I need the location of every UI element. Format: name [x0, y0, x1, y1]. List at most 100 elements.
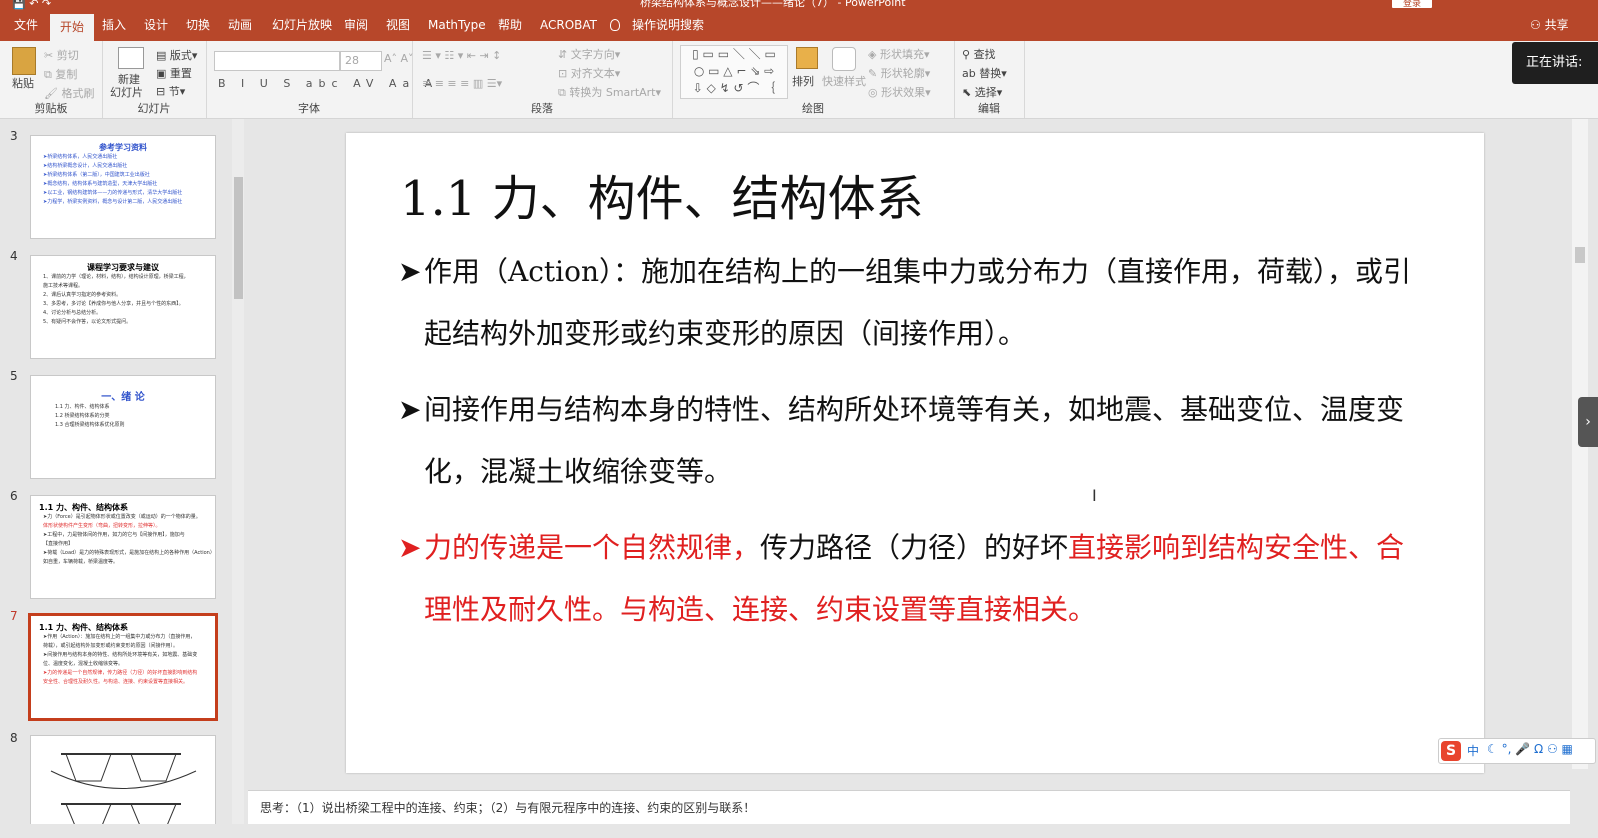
arrange-icon[interactable]: [796, 47, 818, 69]
share-button[interactable]: ⚇ 共享: [1530, 10, 1569, 41]
thumb-title: 1.1 力、构件、结构体系: [39, 503, 128, 512]
slide-thumbnail-6[interactable]: 1.1 力、构件、结构体系 ➤力（Force）是引起物体形状或位置改变（或运动）…: [30, 495, 216, 599]
thumb-line: 4、讨论分析与总结分析。: [43, 310, 102, 316]
new-slide-button-label2[interactable]: 幻灯片: [110, 84, 143, 100]
thumb-line: 1.3 合理桥梁结构体系优化原则: [55, 422, 125, 428]
cut-button[interactable]: ✂ 剪切: [44, 47, 79, 63]
list-buttons[interactable]: ☰ ▾ ☷ ▾ ⇤ ⇥ ↕: [422, 49, 501, 62]
font-family-select[interactable]: [214, 51, 340, 71]
thumb-line: ➤力程学，桥梁实例资料，概念与设计第二版，人民交通出版社: [43, 199, 183, 205]
slide-bullet-1[interactable]: ➤作用（Action）：施加在结构上的一组集中力或分布力（直接作用，荷载），或引…: [398, 241, 1424, 365]
smartart-button[interactable]: ⧉ 转换为 SmartArt▾: [558, 84, 661, 100]
thumb-line: 【直接作用】: [43, 541, 74, 547]
thumb-title: 1.1 力、构件、结构体系: [39, 623, 128, 632]
ime-toolbar[interactable]: S 中 ☾ °, 🎤 Ω ⚇ ▦: [1438, 738, 1596, 764]
group-editing: ⚲ 查找 ab 替换▾ ⬉ 选择▾ 编辑: [954, 41, 1025, 118]
slide-thumbnail-4[interactable]: 课程学习要求与建议 1、课前的力学（理论，材料，结构），结构设计原理，桥梁工程，…: [30, 255, 216, 359]
slide-scroll-thumb[interactable]: [1575, 247, 1585, 263]
notes-text[interactable]: 思考：（1）说出桥梁工程中的连接、约束；（2）与有限元程序中的连接、约束的区别与…: [260, 799, 755, 816]
slide-thumbnail-5[interactable]: 一、绪 论 1.1 力、构件、结构体系 1.2 桥梁结构体系的分类 1.3 合理…: [30, 375, 216, 479]
thumbnail-scrollbar[interactable]: [232, 119, 244, 824]
thumb-line: ➤以工业，钢结构建筑体——力的传递与形式，清华大学出版社: [43, 190, 183, 196]
tab-home[interactable]: 开始: [50, 14, 95, 41]
bullet-text-black: 传力路径（力径）的好坏: [760, 531, 1069, 564]
format-painter-button[interactable]: 🖌 格式刷: [44, 85, 94, 101]
speaking-indicator: 正在讲话:: [1512, 42, 1598, 84]
paste-icon[interactable]: [12, 47, 36, 75]
chevron-right-icon[interactable]: ›: [1578, 397, 1598, 447]
ime-icons[interactable]: ☾ °, 🎤 Ω ⚇ ▦: [1487, 742, 1573, 756]
thumb-number: 6: [10, 489, 18, 503]
font-size-select[interactable]: 28: [340, 51, 382, 71]
ribbon-tabs: 文件 开始 插入 设计 切换 动画 幻灯片放映 审阅 视图 MathType 帮…: [0, 10, 1598, 41]
layout-button[interactable]: ▤ 版式▾: [156, 47, 197, 63]
thumb-title: 课程学习要求与建议: [87, 263, 159, 272]
replace-button[interactable]: ab 替换▾: [962, 65, 1007, 81]
align-buttons[interactable]: ≡ ≡ ≡ ≡ ▥ ☰▾: [422, 77, 502, 90]
tab-review[interactable]: 审阅: [344, 10, 368, 41]
tab-insert[interactable]: 插入: [102, 10, 126, 41]
text-direction-button[interactable]: ⇵ 文字方向▾: [558, 46, 620, 62]
title-bar: 💾 ↶ ↷ 桥梁结构体系与概念设计——绪论（7） - PowerPoint 登录: [0, 0, 1598, 10]
shape-effects-button[interactable]: ◎ 形状效果▾: [868, 84, 931, 100]
font-format-buttons[interactable]: B I U S abc AV Aa A: [218, 77, 438, 90]
thumb-line: ➤作用（Action）：施加在结构上的一组集中力或分布力（直接作用，: [43, 634, 196, 640]
slide-thumbnail-8[interactable]: [30, 735, 216, 824]
login-button[interactable]: 登录: [1392, 0, 1432, 9]
slide-thumbnail-3[interactable]: 参考学习资料 ➤桥梁结构体系，人民交通出版社 ➤结构桥梁概念设计，人民交通出版社…: [30, 135, 216, 239]
thumbnail-scroll-thumb[interactable]: [234, 177, 243, 299]
thumb-line: ➤力（Force）是引起物体形状或位置改变（或运动）的一个物体的量。: [43, 514, 201, 520]
thumb-line: 荷载），或引起结构外加变形或约束变形的原因（间接作用）。: [43, 643, 179, 649]
section-button[interactable]: ⊟ 节▾: [156, 83, 185, 99]
bullet-arrow-icon: ➤: [398, 255, 422, 288]
drawing-label: 绘图: [802, 102, 824, 115]
thumb-line: ➤结构桥梁概念设计，人民交通出版社: [43, 163, 128, 169]
slide-title[interactable]: 1.1 力、构件、结构体系: [400, 159, 924, 229]
tab-file[interactable]: 文件: [14, 10, 38, 41]
bullet-text-red: 力的传递是一个自然规律，: [424, 531, 761, 564]
tab-animations[interactable]: 动画: [228, 10, 252, 41]
reset-button[interactable]: ▣ 重置: [156, 65, 192, 81]
tab-help[interactable]: 帮助: [498, 10, 522, 41]
thumb-number: 7: [10, 609, 18, 623]
text-cursor-icon: I: [1092, 486, 1097, 505]
shape-outline-button[interactable]: ✎ 形状轮廓▾: [868, 65, 930, 81]
current-slide[interactable]: 1.1 力、构件、结构体系 ➤作用（Action）：施加在结构上的一组集中力或分…: [346, 133, 1484, 773]
tell-me-search[interactable]: 操作说明搜索: [632, 10, 704, 41]
ime-mode[interactable]: 中: [1467, 742, 1479, 759]
thumb-line: 3、多思考，多讨论【养成你与他人分享，并且与个性的东西】。: [43, 301, 184, 307]
slides-label: 幻灯片: [137, 102, 171, 115]
shapes-gallery[interactable]: ▯ ▭ ▭ ＼ ＼ ▭ ○ ▭ △ ⌐ ⇘ ⇨ ⇩ ◇ ↯ ↺ ⌒ ｛: [680, 45, 788, 99]
slide-bullet-2[interactable]: ➤间接作用与结构本身的特性、结构所处环境等有关，如地震、基础变位、温度变化，混凝…: [398, 379, 1424, 503]
copy-button[interactable]: ⧉ 复制: [44, 66, 77, 82]
shape-fill-button[interactable]: ◈ 形状填充▾: [868, 46, 930, 62]
tab-design[interactable]: 设计: [144, 10, 168, 41]
tab-transitions[interactable]: 切换: [186, 10, 210, 41]
align-text-button[interactable]: ⊡ 对齐文本▾: [558, 65, 620, 81]
grow-font-button[interactable]: A˄ A˅: [384, 52, 414, 65]
notes-pane[interactable]: 思考：（1）说出桥梁工程中的连接、约束；（2）与有限元程序中的连接、约束的区别与…: [248, 790, 1570, 825]
group-font: 28 A˄ A˅ B I U S abc AV Aa A 字体: [206, 41, 432, 118]
tab-acrobat[interactable]: ACROBAT: [540, 10, 597, 41]
quick-styles-icon[interactable]: [832, 47, 856, 71]
thumb-number: 4: [10, 249, 18, 263]
select-button[interactable]: ⬉ 选择▾: [962, 84, 1002, 100]
tab-view[interactable]: 视图: [386, 10, 410, 41]
tab-slideshow[interactable]: 幻灯片放映: [272, 10, 332, 41]
arrange-button[interactable]: 排列: [792, 73, 814, 89]
group-paragraph: ☰ ▾ ☷ ▾ ⇤ ⇥ ↕ ⇵ 文字方向▾ ⊡ 对齐文本▾ ⧉ 转换为 Smar…: [412, 41, 673, 118]
slide-thumbnail-panel[interactable]: 3 参考学习资料 ➤桥梁结构体系，人民交通出版社 ➤结构桥梁概念设计，人民交通出…: [0, 119, 248, 824]
tab-mathtype[interactable]: MathType: [428, 10, 486, 41]
slide-thumbnail-7[interactable]: 1.1 力、构件、结构体系 ➤作用（Action）：施加在结构上的一组集中力或分…: [28, 613, 218, 721]
bridge-diagram-thumbnail: [50, 753, 197, 824]
find-button[interactable]: ⚲ 查找: [962, 46, 996, 62]
new-slide-icon[interactable]: [118, 47, 144, 69]
thumb-line: 1.2 桥梁结构体系的分类: [55, 413, 110, 419]
slide-bullet-3[interactable]: ➤力的传递是一个自然规律，传力路径（力径）的好坏直接影响到结构安全性、合理性及耐…: [398, 517, 1424, 641]
thumb-line: 5、有疑问不会作答，以论文形式提问。: [43, 319, 132, 325]
paste-button[interactable]: 粘贴: [12, 75, 34, 91]
thumb-number: 8: [10, 731, 18, 745]
thumb-number: 3: [10, 129, 18, 143]
quick-access-toolbar[interactable]: 💾 ↶ ↷: [12, 0, 51, 10]
quick-styles-button[interactable]: 快速样式: [822, 73, 866, 89]
